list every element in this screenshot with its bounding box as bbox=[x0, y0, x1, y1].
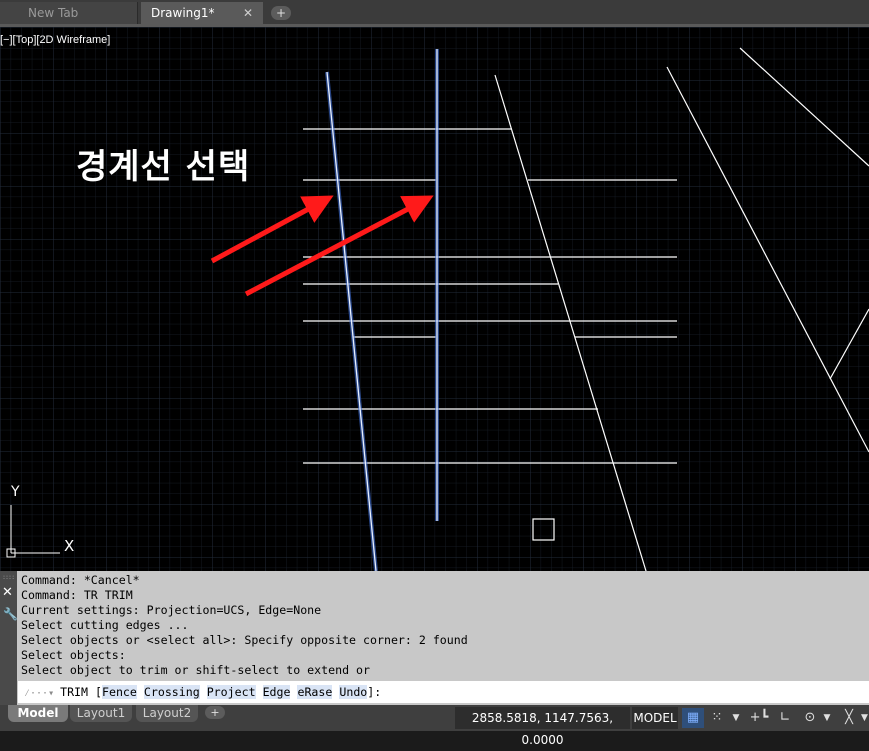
layout-tab-layout1[interactable]: Layout1 bbox=[70, 705, 132, 722]
history-line: Select cutting edges ... bbox=[21, 618, 189, 632]
history-line: Select objects: bbox=[21, 648, 126, 662]
grid bbox=[0, 27, 869, 571]
option-edge[interactable]: Edge bbox=[262, 685, 291, 699]
drawing-viewport[interactable]: [−][Top][2D Wireframe] 경계선 선택 Y X bbox=[0, 27, 869, 571]
ucs-y-label: Y bbox=[11, 484, 20, 500]
infer-constraints-icon[interactable]: +┗ bbox=[748, 708, 770, 728]
model-space-button[interactable]: MODEL bbox=[632, 707, 678, 729]
drag-handle-icon[interactable]: :::: bbox=[3, 574, 15, 581]
add-tab-icon[interactable]: + bbox=[271, 6, 291, 20]
add-layout-icon[interactable]: + bbox=[205, 706, 225, 719]
option-undo[interactable]: Undo bbox=[339, 685, 368, 699]
ucs-x-label: X bbox=[64, 537, 75, 555]
chevron-down-icon[interactable]: ▼ bbox=[860, 708, 869, 728]
history-line: Select object to trim or shift-select to… bbox=[21, 663, 371, 677]
chevron-down-icon[interactable]: ▼ bbox=[820, 708, 834, 728]
tab-new-tab[interactable]: New Tab bbox=[0, 2, 138, 24]
annotation-text: 경계선 선택 bbox=[76, 147, 251, 187]
coordinate-readout[interactable]: 2858.5818, 1147.7563, 0.0000 bbox=[455, 707, 630, 747]
prompt-bracket: [ bbox=[88, 685, 102, 699]
prompt-bracket: ]: bbox=[367, 685, 382, 699]
command-line-grip[interactable]: :::: ✕ 🔧 bbox=[0, 571, 18, 705]
tab-label: New Tab bbox=[28, 6, 79, 20]
history-line: Command: *Cancel* bbox=[21, 573, 140, 587]
command-input[interactable]: ⁄···▾ TRIM [Fence Crossing Project Edge e… bbox=[18, 681, 869, 703]
file-tab-bar: New Tab Drawing1* ✕ + bbox=[0, 0, 869, 24]
command-history: Command: *Cancel* Command: TR TRIM Curre… bbox=[21, 573, 866, 679]
status-bar: Model Layout1 Layout2 + 2858.5818, 1147.… bbox=[0, 705, 869, 747]
option-project[interactable]: Project bbox=[206, 685, 256, 699]
polar-icon[interactable]: ⊙ bbox=[799, 708, 821, 728]
command-name: TRIM bbox=[60, 685, 89, 699]
chevron-down-icon[interactable]: ▼ bbox=[729, 708, 743, 728]
history-line: Current settings: Projection=UCS, Edge=N… bbox=[21, 603, 322, 617]
history-line: Command: TR TRIM bbox=[21, 588, 133, 602]
close-icon[interactable]: ✕ bbox=[2, 585, 13, 600]
layout-tab-model[interactable]: Model bbox=[8, 705, 68, 722]
tab-drawing1[interactable]: Drawing1* ✕ bbox=[141, 2, 263, 24]
option-crossing[interactable]: Crossing bbox=[143, 685, 200, 699]
close-icon[interactable]: ✕ bbox=[243, 2, 253, 24]
tab-label: Drawing1* bbox=[151, 6, 215, 20]
history-line: Select objects or <select all>: Specify … bbox=[21, 633, 468, 647]
command-prompt-icon[interactable]: ⁄···▾ bbox=[24, 683, 54, 705]
viewport-controls-label[interactable]: [−][Top][2D Wireframe] bbox=[0, 34, 110, 46]
isodraft-icon[interactable]: ╳ bbox=[838, 708, 860, 728]
drawing-canvas bbox=[0, 27, 869, 571]
option-fence[interactable]: Fence bbox=[101, 685, 137, 699]
grid-icon[interactable]: ▦ bbox=[682, 708, 704, 728]
wrench-icon[interactable]: 🔧 bbox=[3, 607, 18, 621]
option-erase[interactable]: eRase bbox=[297, 685, 333, 699]
layout-tab-layout2[interactable]: Layout2 bbox=[136, 705, 198, 722]
command-line-panel: :::: ✕ 🔧 Command: *Cancel* Command: TR T… bbox=[0, 571, 869, 705]
snap-icon[interactable]: ⁙ bbox=[706, 708, 728, 728]
ortho-icon[interactable]: ∟ bbox=[774, 708, 796, 728]
